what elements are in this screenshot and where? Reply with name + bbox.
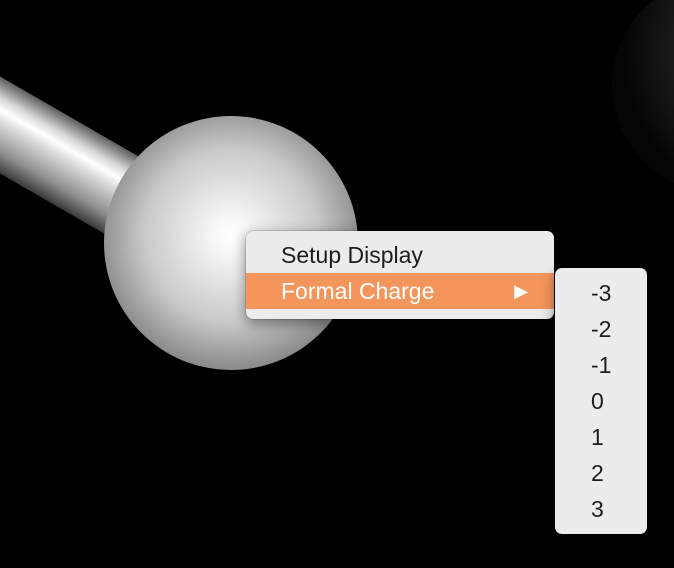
charge-option-minus-2[interactable]: -2	[555, 311, 647, 347]
charge-option-2[interactable]: 2	[555, 455, 647, 491]
menu-item-formal-charge[interactable]: Formal Charge ▶	[246, 273, 554, 309]
charge-option-minus-3[interactable]: -3	[555, 275, 647, 311]
charge-option-3[interactable]: 3	[555, 491, 647, 527]
background-atom	[612, 0, 674, 183]
menu-item-setup-display[interactable]: Setup Display	[246, 237, 554, 273]
context-menu: Setup Display Formal Charge ▶	[246, 231, 554, 319]
triangle-right-icon: ▶	[514, 281, 528, 301]
charge-option-1[interactable]: 1	[555, 419, 647, 455]
formal-charge-submenu: -3 -2 -1 0 1 2 3	[555, 268, 647, 534]
charge-option-0[interactable]: 0	[555, 383, 647, 419]
charge-option-minus-1[interactable]: -1	[555, 347, 647, 383]
menu-item-formal-charge-label: Formal Charge	[281, 278, 435, 304]
